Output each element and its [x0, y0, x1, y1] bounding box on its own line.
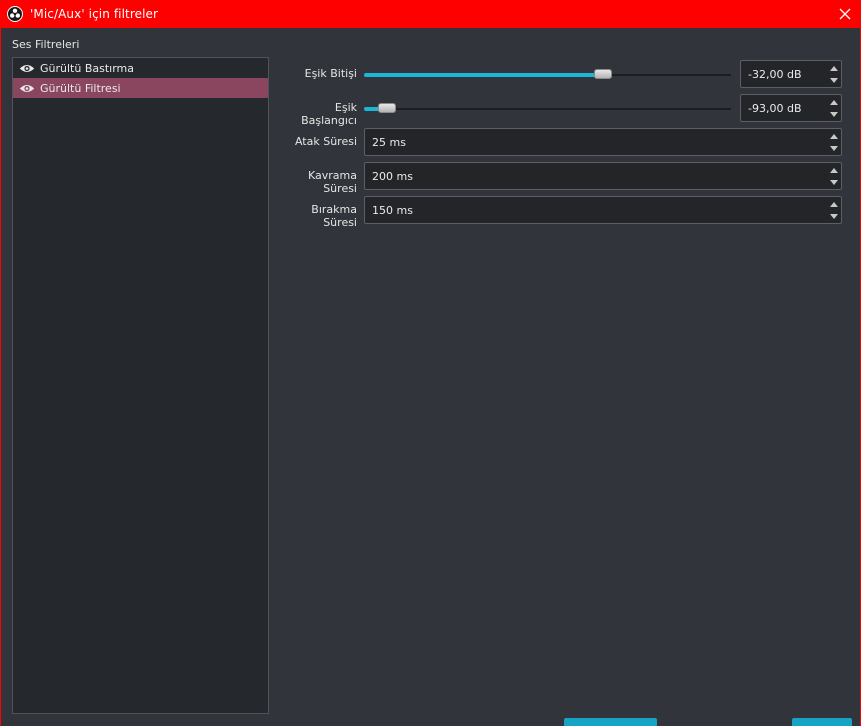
- release-time-value: 150 ms: [372, 204, 413, 217]
- close-threshold-spinbox[interactable]: -32,00 dB: [740, 60, 842, 88]
- title-bar[interactable]: 'Mic/Aux' için filtreler: [1, 0, 860, 28]
- audio-filters-label: Ses Filtreleri: [12, 38, 80, 51]
- hold-time-row: Kavrama Süresi 200 ms: [277, 162, 843, 195]
- spin-up-icon[interactable]: [830, 64, 838, 72]
- open-threshold-value: -93,00 dB: [748, 102, 802, 115]
- slider-track: [364, 108, 731, 110]
- spin-up-icon[interactable]: [830, 166, 838, 174]
- open-threshold-spinbox[interactable]: -93,00 dB: [740, 94, 842, 122]
- attack-time-value: 25 ms: [372, 136, 406, 149]
- slider-fill: [364, 73, 604, 77]
- close-threshold-label: Eşik Bitişi: [304, 67, 357, 80]
- release-time-row: Bırakma Süresi 150 ms: [277, 196, 843, 229]
- hold-time-label: Kavrama Süresi: [308, 169, 357, 195]
- open-threshold-row: Eşik Başlangıcı -93,00 dB: [277, 94, 843, 127]
- filter-item-noise-gate[interactable]: Gürültü Filtresi: [13, 78, 268, 98]
- open-threshold-label: Eşik Başlangıcı: [301, 101, 357, 127]
- eye-icon[interactable]: [19, 62, 35, 74]
- add-filter-icon[interactable]: [18, 719, 28, 726]
- spin-down-icon[interactable]: [830, 110, 838, 118]
- filter-item-label: Gürültü Bastırma: [40, 61, 134, 75]
- filter-item-label: Gürültü Filtresi: [40, 81, 121, 95]
- close-threshold-row: Eşik Bitişi -32,00 dB: [277, 60, 843, 88]
- spin-down-icon[interactable]: [830, 178, 838, 186]
- audio-filters-list[interactable]: Gürültü Bastırma Gürültü Filtresi: [12, 57, 269, 714]
- release-time-label: Bırakma Süresi: [311, 203, 357, 229]
- spin-up-icon[interactable]: [830, 98, 838, 106]
- filter-item-noise-suppression[interactable]: Gürültü Bastırma: [13, 58, 268, 78]
- close-threshold-slider[interactable]: [364, 69, 731, 79]
- attack-time-spinbox[interactable]: 25 ms: [364, 128, 842, 156]
- close-button[interactable]: [836, 5, 854, 23]
- eye-icon[interactable]: [19, 82, 35, 94]
- filters-window: 'Mic/Aux' için filtreler Ses Filtreleri …: [0, 0, 861, 726]
- spin-down-icon[interactable]: [830, 76, 838, 84]
- obs-logo-icon: [7, 6, 23, 22]
- spin-up-icon[interactable]: [830, 132, 838, 140]
- attack-time-label: Atak Süresi: [294, 135, 357, 148]
- close-dialog-button[interactable]: [792, 718, 852, 726]
- defaults-button[interactable]: [564, 718, 657, 726]
- close-icon: [839, 8, 851, 20]
- slider-handle[interactable]: [377, 103, 396, 113]
- hold-time-value: 200 ms: [372, 170, 413, 183]
- spin-down-icon[interactable]: [830, 212, 838, 220]
- release-time-spinbox[interactable]: 150 ms: [364, 196, 842, 224]
- open-threshold-slider[interactable]: [364, 103, 731, 113]
- slider-handle[interactable]: [594, 69, 613, 79]
- window-title: 'Mic/Aux' için filtreler: [30, 7, 159, 21]
- close-threshold-value: -32,00 dB: [748, 68, 802, 81]
- spin-down-icon[interactable]: [830, 144, 838, 152]
- attack-time-row: Atak Süresi 25 ms: [277, 128, 843, 156]
- hold-time-spinbox[interactable]: 200 ms: [364, 162, 842, 190]
- spin-up-icon[interactable]: [830, 200, 838, 208]
